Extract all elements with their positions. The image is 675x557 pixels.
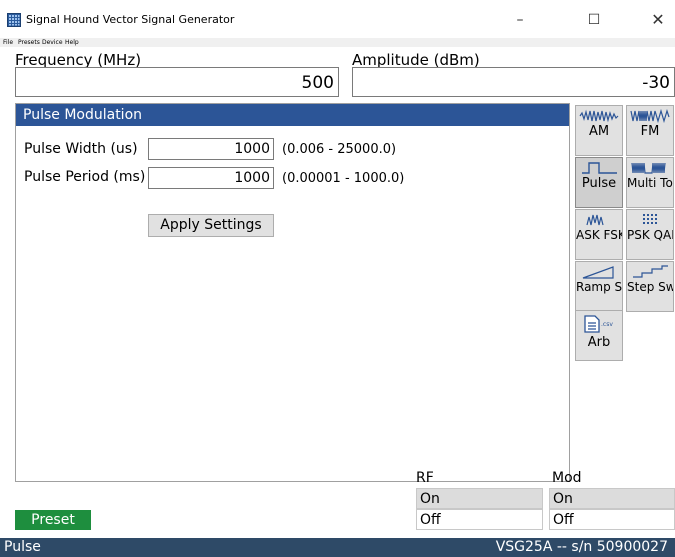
multitone-wave-icon xyxy=(631,162,666,174)
mod-off-button[interactable]: Off xyxy=(549,509,675,530)
fm-wave-icon xyxy=(630,109,670,123)
mode-fm-label: FM xyxy=(640,124,660,139)
menu-file[interactable]: File xyxy=(3,38,13,47)
close-button[interactable]: ✕ xyxy=(638,5,675,35)
ramp-icon xyxy=(582,266,614,279)
panel-title: Pulse Modulation xyxy=(16,104,569,126)
mode-pulse-button[interactable]: Pulse xyxy=(575,157,623,208)
status-mode: Pulse xyxy=(4,539,41,555)
mode-arb-button[interactable]: .csv Arb xyxy=(575,310,623,361)
mode-psk-qam-button[interactable]: PSK QAM xyxy=(626,209,674,260)
ask-wave-icon xyxy=(586,214,604,226)
preset-button[interactable]: Preset xyxy=(15,510,91,530)
mode-pulse-label: Pulse xyxy=(581,176,617,191)
mode-arb-label: Arb xyxy=(587,335,611,350)
mode-step-sweep-label: Step Sweep xyxy=(627,280,674,294)
mode-step-sweep-button[interactable]: Step Sweep xyxy=(626,261,674,312)
rf-label: RF xyxy=(416,470,434,486)
rf-on-button[interactable]: On xyxy=(416,488,543,509)
pulse-width-range: (0.006 - 25000.0) xyxy=(282,142,397,157)
mod-label: Mod xyxy=(552,470,582,486)
frequency-input[interactable]: 500 xyxy=(15,67,339,97)
pulse-period-range: (0.00001 - 1000.0) xyxy=(282,171,405,186)
mode-ask-fsk-label: ASK FSK xyxy=(576,228,623,242)
device-serial: VSG25A -- s/n 50900027 xyxy=(495,539,668,555)
mode-ramp-sweep-button[interactable]: Ramp Sweep xyxy=(575,261,623,312)
title-bar: Signal Hound Vector Signal Generator – ☐… xyxy=(0,0,675,38)
mode-multitone-button[interactable]: Multi Tone xyxy=(626,157,674,208)
mode-psk-qam-label: PSK QAM xyxy=(627,228,673,242)
amplitude-input[interactable]: -30 xyxy=(352,67,675,97)
am-wave-icon xyxy=(579,109,619,123)
step-icon xyxy=(633,265,668,278)
pulse-width-label: Pulse Width (us) xyxy=(24,141,138,157)
mode-am-label: AM xyxy=(588,124,610,139)
app-grid-icon xyxy=(7,13,21,27)
menu-help[interactable]: Help xyxy=(65,38,79,47)
pulse-wave-icon xyxy=(582,162,617,174)
window-title: Signal Hound Vector Signal Generator xyxy=(26,13,235,26)
pulse-period-input[interactable]: 1000 xyxy=(148,167,274,189)
mode-multitone-label: Multi Tone xyxy=(627,176,673,190)
pulse-modulation-panel: Pulse Modulation Pulse Width (us) 1000 (… xyxy=(15,103,570,482)
csv-file-icon: .csv xyxy=(584,315,613,333)
status-bar: Pulse VSG25A -- s/n 50900027 xyxy=(0,538,675,557)
constellation-icon xyxy=(643,214,657,224)
mode-am-button[interactable]: AM xyxy=(575,105,623,156)
pulse-width-input[interactable]: 1000 xyxy=(148,138,274,160)
menu-bar: File Presets Device Help xyxy=(0,38,675,47)
mod-on-button[interactable]: On xyxy=(549,488,675,509)
rf-off-button[interactable]: Off xyxy=(416,509,543,530)
mode-ramp-sweep-label: Ramp Sweep xyxy=(576,280,623,294)
apply-settings-button[interactable]: Apply Settings xyxy=(148,214,274,237)
menu-device[interactable]: Device xyxy=(42,38,63,47)
pulse-period-label: Pulse Period (ms) xyxy=(24,169,146,185)
mode-ask-fsk-button[interactable]: ASK FSK xyxy=(575,209,623,260)
menu-presets[interactable]: Presets xyxy=(18,38,40,47)
svg-text:.csv: .csv xyxy=(601,321,613,328)
minimize-button[interactable]: – xyxy=(500,5,540,35)
maximize-button[interactable]: ☐ xyxy=(574,5,614,35)
mode-fm-button[interactable]: FM xyxy=(626,105,674,156)
